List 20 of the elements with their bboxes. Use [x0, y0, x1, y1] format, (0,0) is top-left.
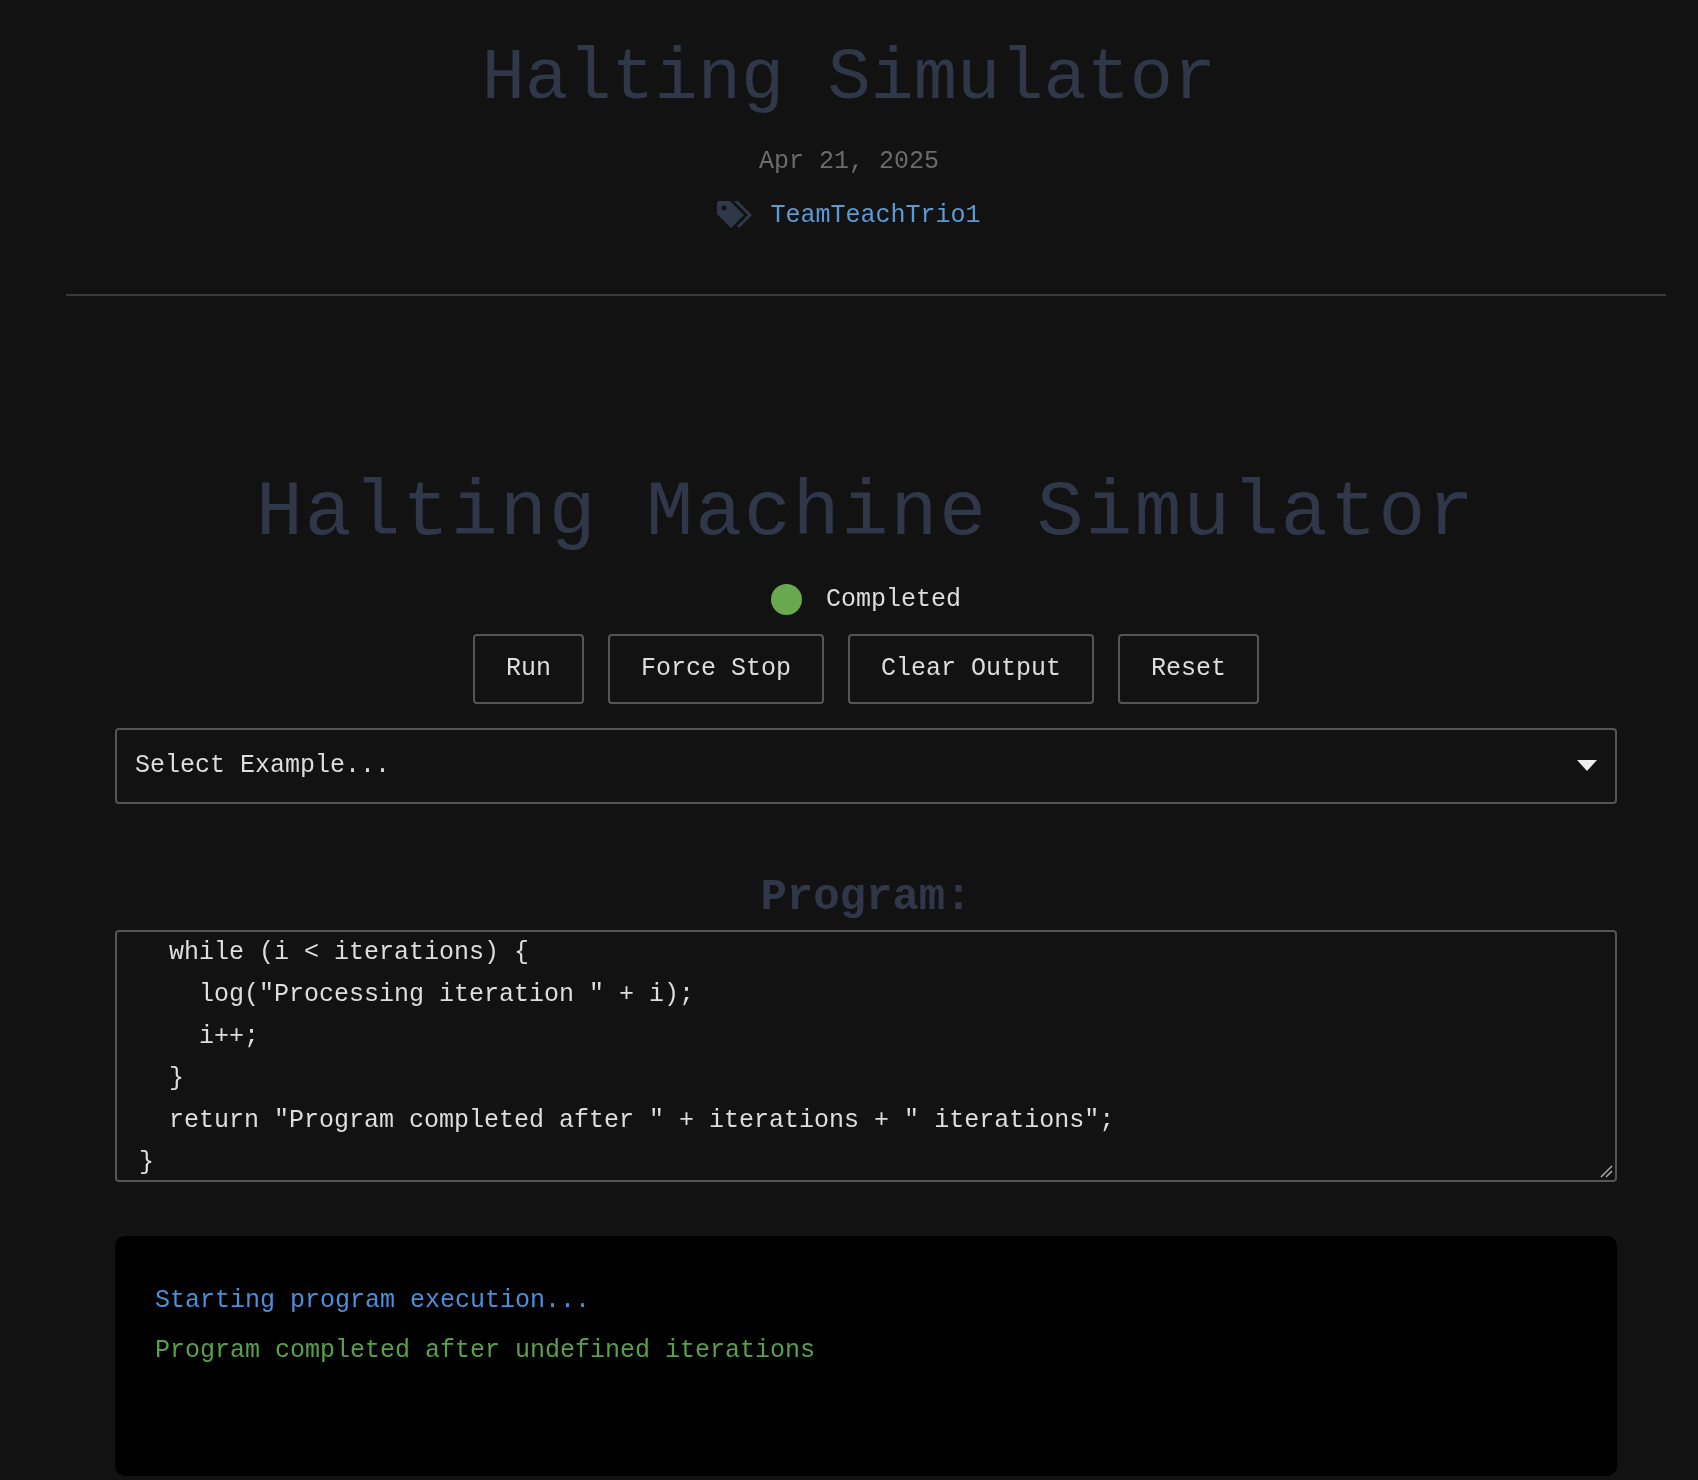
code-editor[interactable]: while (i < iterations) { log("Processing iteration " + i); i++; } return "Program completed after " + iterations + " iterations"; } [115, 930, 1617, 1182]
output-line: Program completed after undefined iterations [155, 1335, 817, 1367]
action-button[interactable]: Run [472, 634, 584, 704]
output-line: Starting program execution... [155, 1285, 592, 1317]
code-line: } [139, 1147, 155, 1179]
status-label: Completed [826, 584, 961, 616]
resize-grip-icon[interactable] [1599, 1164, 1613, 1178]
action-button[interactable]: Reset [1118, 634, 1260, 704]
code-line: return "Program completed after " + iterations + " iterations"; [168, 1105, 1116, 1137]
code-line: i++; [198, 1021, 261, 1053]
code-line: } [168, 1063, 185, 1095]
code-line: while (i < iterations) { [168, 937, 531, 969]
tags-icon [717, 200, 755, 230]
post-date: Apr 21, 2025 [759, 146, 939, 179]
action-button[interactable]: Force Stop [607, 634, 824, 704]
example-select[interactable]: Select Example... [115, 728, 1617, 804]
code-line: log("Processing iteration " + i); [198, 979, 696, 1011]
action-button[interactable]: Clear Output [848, 634, 1095, 704]
tag-link[interactable]: TeamTeachTrio1 [770, 196, 981, 235]
caret-icon [1577, 760, 1597, 772]
